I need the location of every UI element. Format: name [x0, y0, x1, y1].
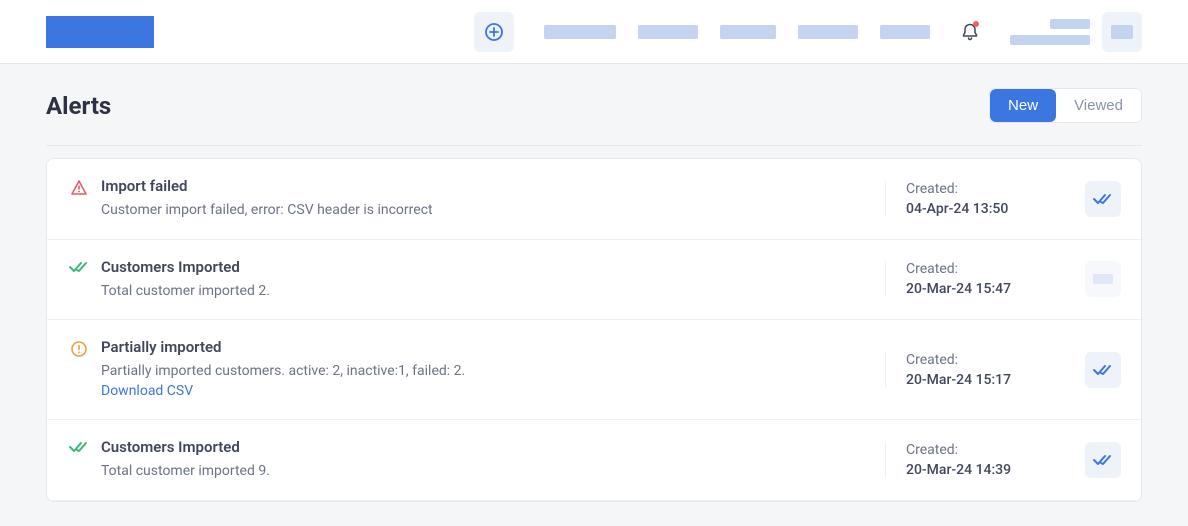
download-csv-link[interactable]: Download CSV	[101, 382, 885, 402]
created-value: 20-Mar-24 14:39	[906, 462, 1065, 478]
mark-viewed-button[interactable]	[1085, 261, 1121, 297]
created-label: Created:	[906, 352, 1065, 368]
alert-row: Import failed Customer import failed, er…	[47, 159, 1141, 240]
alerts-filter-toggle: New Viewed	[989, 88, 1142, 123]
alert-description: Customer import failed, error: CSV heade…	[101, 201, 885, 221]
alerts-list: Import failed Customer import failed, er…	[46, 158, 1142, 502]
alert-title: Customers Imported	[101, 438, 885, 456]
nav-item[interactable]	[798, 25, 858, 39]
divider	[46, 145, 1142, 146]
alert-description: Total customer imported 2.	[101, 282, 885, 302]
mark-viewed-button[interactable]	[1085, 181, 1121, 217]
alert-title: Partially imported	[101, 338, 885, 356]
created-value: 20-Mar-24 15:17	[906, 372, 1065, 388]
logo[interactable]	[46, 16, 154, 48]
created-label: Created:	[906, 181, 1065, 197]
nav-item[interactable]	[638, 25, 698, 39]
double-check-icon	[1093, 453, 1113, 467]
plus-icon	[484, 22, 504, 42]
alert-circle-icon	[70, 340, 88, 358]
double-check-icon	[1093, 363, 1113, 377]
double-check-icon	[1093, 192, 1113, 206]
notifications-button[interactable]	[958, 20, 982, 44]
filter-viewed-button[interactable]: Viewed	[1056, 89, 1141, 122]
content: Alerts New Viewed Import failed Customer…	[0, 64, 1188, 526]
avatar	[1102, 12, 1142, 52]
user-menu[interactable]	[1010, 12, 1142, 52]
alert-row: Customers Imported Total customer import…	[47, 240, 1141, 321]
created-value: 20-Mar-24 15:47	[906, 281, 1065, 297]
double-check-icon	[69, 440, 89, 454]
alert-row: Customers Imported Total customer import…	[47, 420, 1141, 501]
page-title: Alerts	[46, 92, 111, 120]
nav-item[interactable]	[880, 25, 930, 39]
double-check-icon	[69, 260, 89, 274]
nav-items	[544, 25, 930, 39]
created-label: Created:	[906, 442, 1065, 458]
created-value: 04-Apr-24 13:50	[906, 201, 1065, 217]
alert-row: Partially imported Partially imported cu…	[47, 320, 1141, 420]
add-button[interactable]	[474, 12, 514, 52]
warning-triangle-icon	[70, 179, 88, 197]
mark-viewed-button[interactable]	[1085, 442, 1121, 478]
alert-description: Partially imported customers. active: 2,…	[101, 362, 885, 401]
topbar	[0, 0, 1188, 64]
notification-dot	[973, 21, 979, 27]
created-label: Created:	[906, 261, 1065, 277]
nav-item[interactable]	[544, 25, 616, 39]
nav-item[interactable]	[720, 25, 776, 39]
filter-new-button[interactable]: New	[990, 89, 1056, 122]
mark-viewed-button[interactable]	[1085, 352, 1121, 388]
alert-title: Import failed	[101, 177, 885, 195]
alert-description: Total customer imported 9.	[101, 462, 885, 482]
alert-title: Customers Imported	[101, 258, 885, 276]
